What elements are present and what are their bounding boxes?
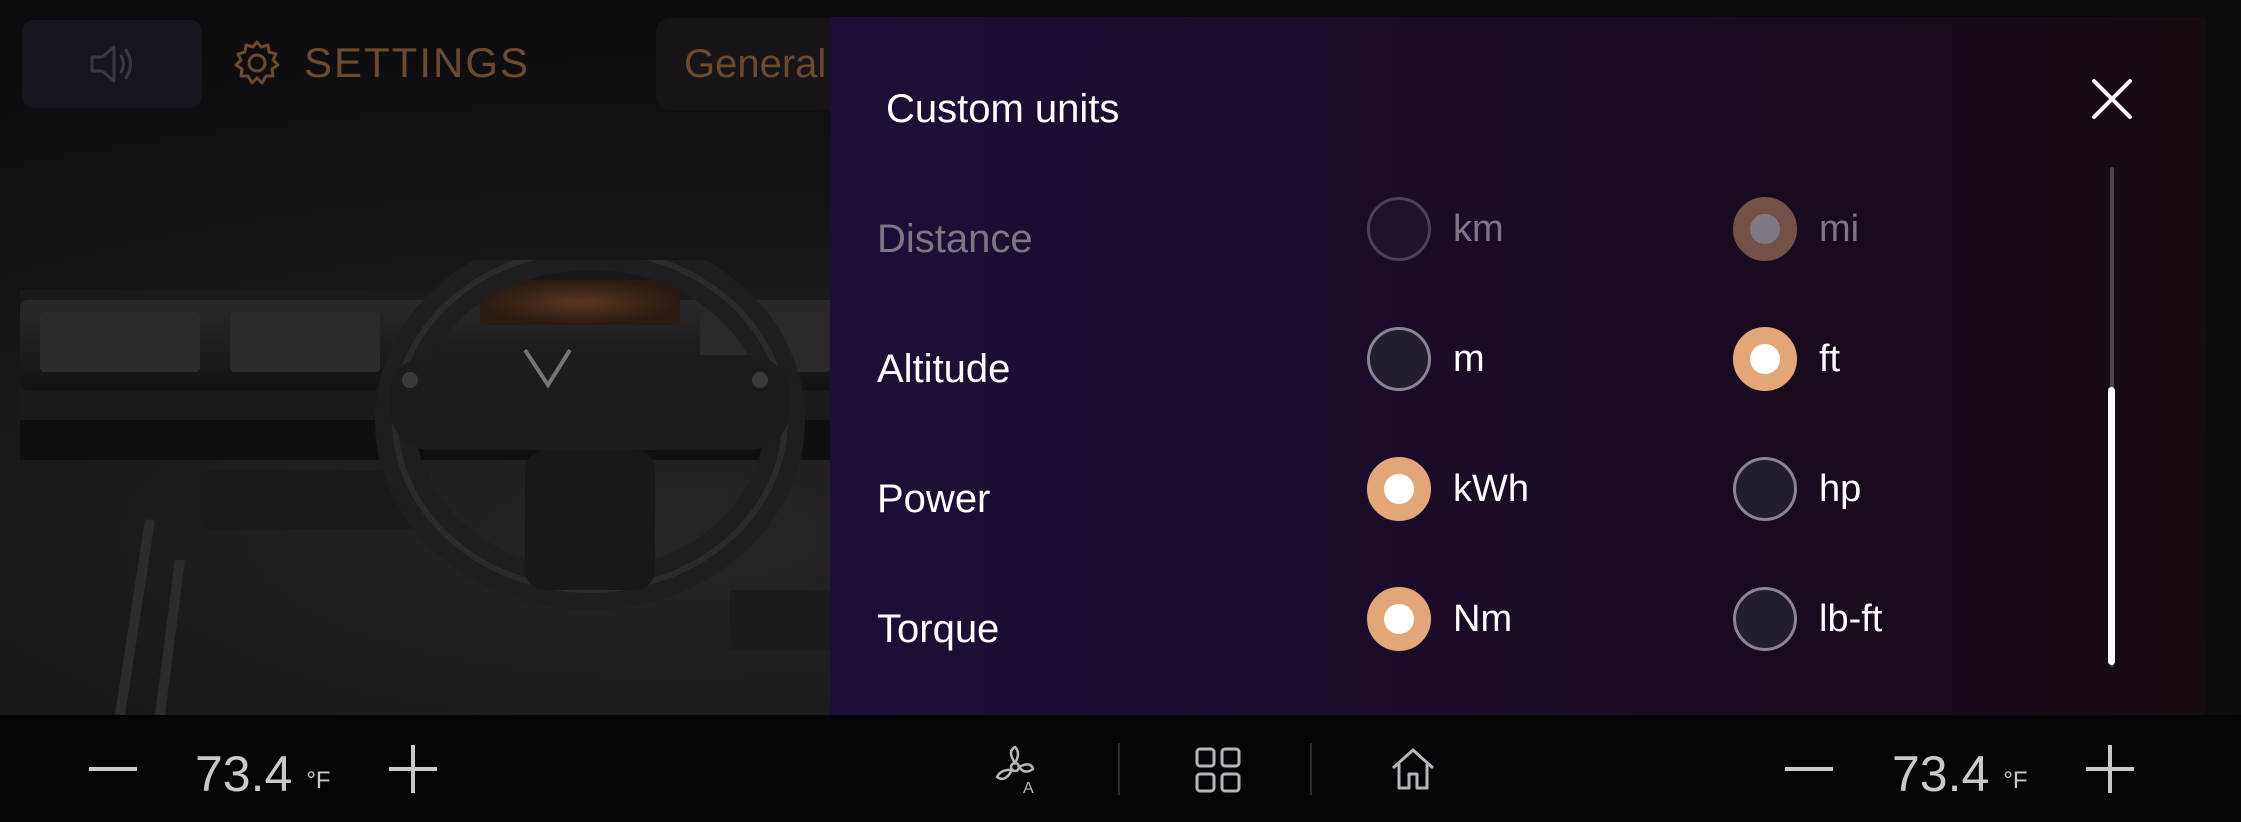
custom-units-dialog: Custom units Distance km mi Altitude m f… (830, 17, 2205, 715)
left-temp-increase-button[interactable] (385, 741, 441, 797)
unit-row-torque: Torque Nm lb-ft (830, 587, 2130, 667)
speaker-icon (90, 45, 132, 83)
dialog-title: Custom units (886, 87, 1120, 131)
volume-button[interactable] (22, 20, 202, 108)
left-temperature: 73.4 °F (195, 745, 331, 803)
right-temperature: 73.4 °F (1892, 745, 2028, 803)
radio-option-km[interactable]: km (1367, 197, 1504, 261)
settings-heading: SETTINGS (232, 38, 530, 88)
left-temp-decrease-button[interactable] (82, 743, 144, 795)
right-temp-value: 73.4 (1892, 746, 1990, 802)
minus-icon (1785, 767, 1833, 771)
right-temp-decrease-button[interactable] (1778, 743, 1840, 795)
close-button[interactable] (2082, 69, 2142, 129)
settings-title: SETTINGS (304, 39, 531, 86)
option-label: km (1453, 207, 1504, 250)
radio-button-selected[interactable] (1733, 327, 1797, 391)
option-label: kWh (1453, 467, 1529, 510)
climate-bar: 73.4 °F A 73.4 °F (0, 715, 2241, 822)
minus-icon (89, 767, 137, 771)
option-label: lb-ft (1819, 597, 1883, 640)
radio-option-hp[interactable]: hp (1733, 457, 1861, 521)
radio-option-lb-ft[interactable]: lb-ft (1733, 587, 1882, 651)
option-label: m (1453, 337, 1485, 380)
unit-row-distance: Distance km mi (830, 197, 2130, 277)
tab-general-label: General (684, 41, 827, 86)
radio-button[interactable] (1367, 327, 1431, 391)
radio-button[interactable] (1733, 457, 1797, 521)
row-label: Power (877, 477, 991, 521)
car-interior-image (20, 260, 870, 715)
home-button[interactable] (1386, 743, 1440, 795)
apps-grid-icon (1195, 747, 1241, 793)
radio-button-selected[interactable] (1367, 457, 1431, 521)
scrollbar-thumb[interactable] (2108, 387, 2115, 665)
fan-auto-icon: A (995, 745, 1035, 795)
unit-row-altitude: Altitude m ft (830, 327, 2130, 407)
apps-button[interactable] (1190, 742, 1246, 798)
option-label: mi (1819, 207, 1860, 250)
radio-button-selected[interactable] (1367, 587, 1431, 651)
infotainment-screen: SETTINGS General Custom units Distance k… (0, 0, 2241, 822)
option-label: ft (1819, 337, 1841, 380)
right-temp-unit: °F (2003, 767, 2028, 794)
plus-icon (389, 745, 437, 793)
svg-text:A: A (1023, 780, 1034, 795)
radio-option-mi[interactable]: mi (1733, 197, 1859, 261)
divider (1310, 743, 1312, 795)
row-label: Altitude (877, 347, 1011, 391)
radio-option-kwh[interactable]: kWh (1367, 457, 1529, 521)
row-label: Distance (877, 217, 1033, 261)
radio-option-ft[interactable]: ft (1733, 327, 1840, 391)
gear-icon (234, 40, 280, 85)
row-label: Torque (877, 607, 1000, 651)
top-bar: SETTINGS General (0, 0, 916, 140)
radio-button-selected[interactable] (1733, 197, 1797, 261)
radio-option-m[interactable]: m (1367, 327, 1485, 391)
fan-auto-button[interactable]: A (990, 741, 1052, 797)
right-temp-increase-button[interactable] (2082, 741, 2138, 797)
plus-icon (2086, 745, 2134, 793)
radio-button[interactable] (1733, 587, 1797, 651)
home-icon (1391, 748, 1435, 790)
left-temp-unit: °F (306, 767, 331, 794)
radio-option-nm[interactable]: Nm (1367, 587, 1512, 651)
unit-row-power: Power kWh hp (830, 457, 2130, 537)
close-icon (2092, 79, 2132, 119)
radio-button[interactable] (1367, 197, 1431, 261)
left-temp-value: 73.4 (195, 746, 293, 802)
option-label: Nm (1453, 597, 1513, 640)
divider (1118, 743, 1120, 795)
option-label: hp (1819, 467, 1862, 510)
